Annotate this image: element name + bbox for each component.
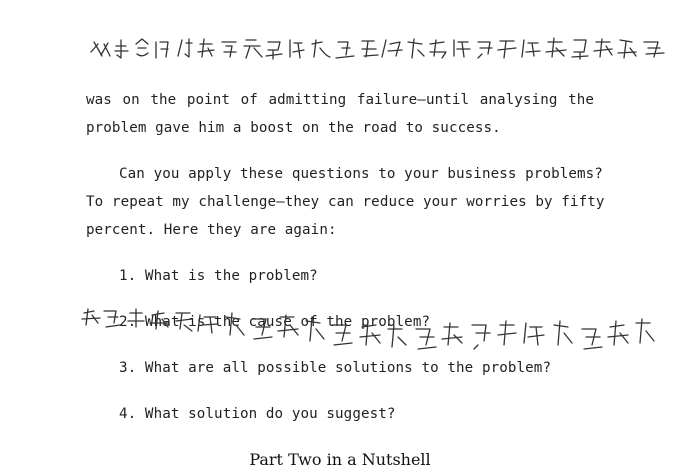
question-item: 1. What is the problem? <box>119 268 318 284</box>
question-item: 4. What solution do you suggest? <box>119 406 396 422</box>
paragraph-line: was on the point of admitting failure—un… <box>86 92 594 108</box>
paragraph-line: To repeat my challenge—they can reduce y… <box>86 194 605 210</box>
paragraph-line: percent. Here they are again: <box>86 222 337 238</box>
section-heading: Part Two in a Nutshell <box>249 450 431 469</box>
document-page: was on the point of admitting failure—un… <box>0 0 680 469</box>
handwritten-annotation-top <box>90 37 665 60</box>
handwritten-annotation-middle <box>81 308 655 350</box>
paragraph-line: problem gave him a boost on the road to … <box>86 120 501 136</box>
paragraph-line: Can you apply these questions to your bu… <box>119 166 603 182</box>
